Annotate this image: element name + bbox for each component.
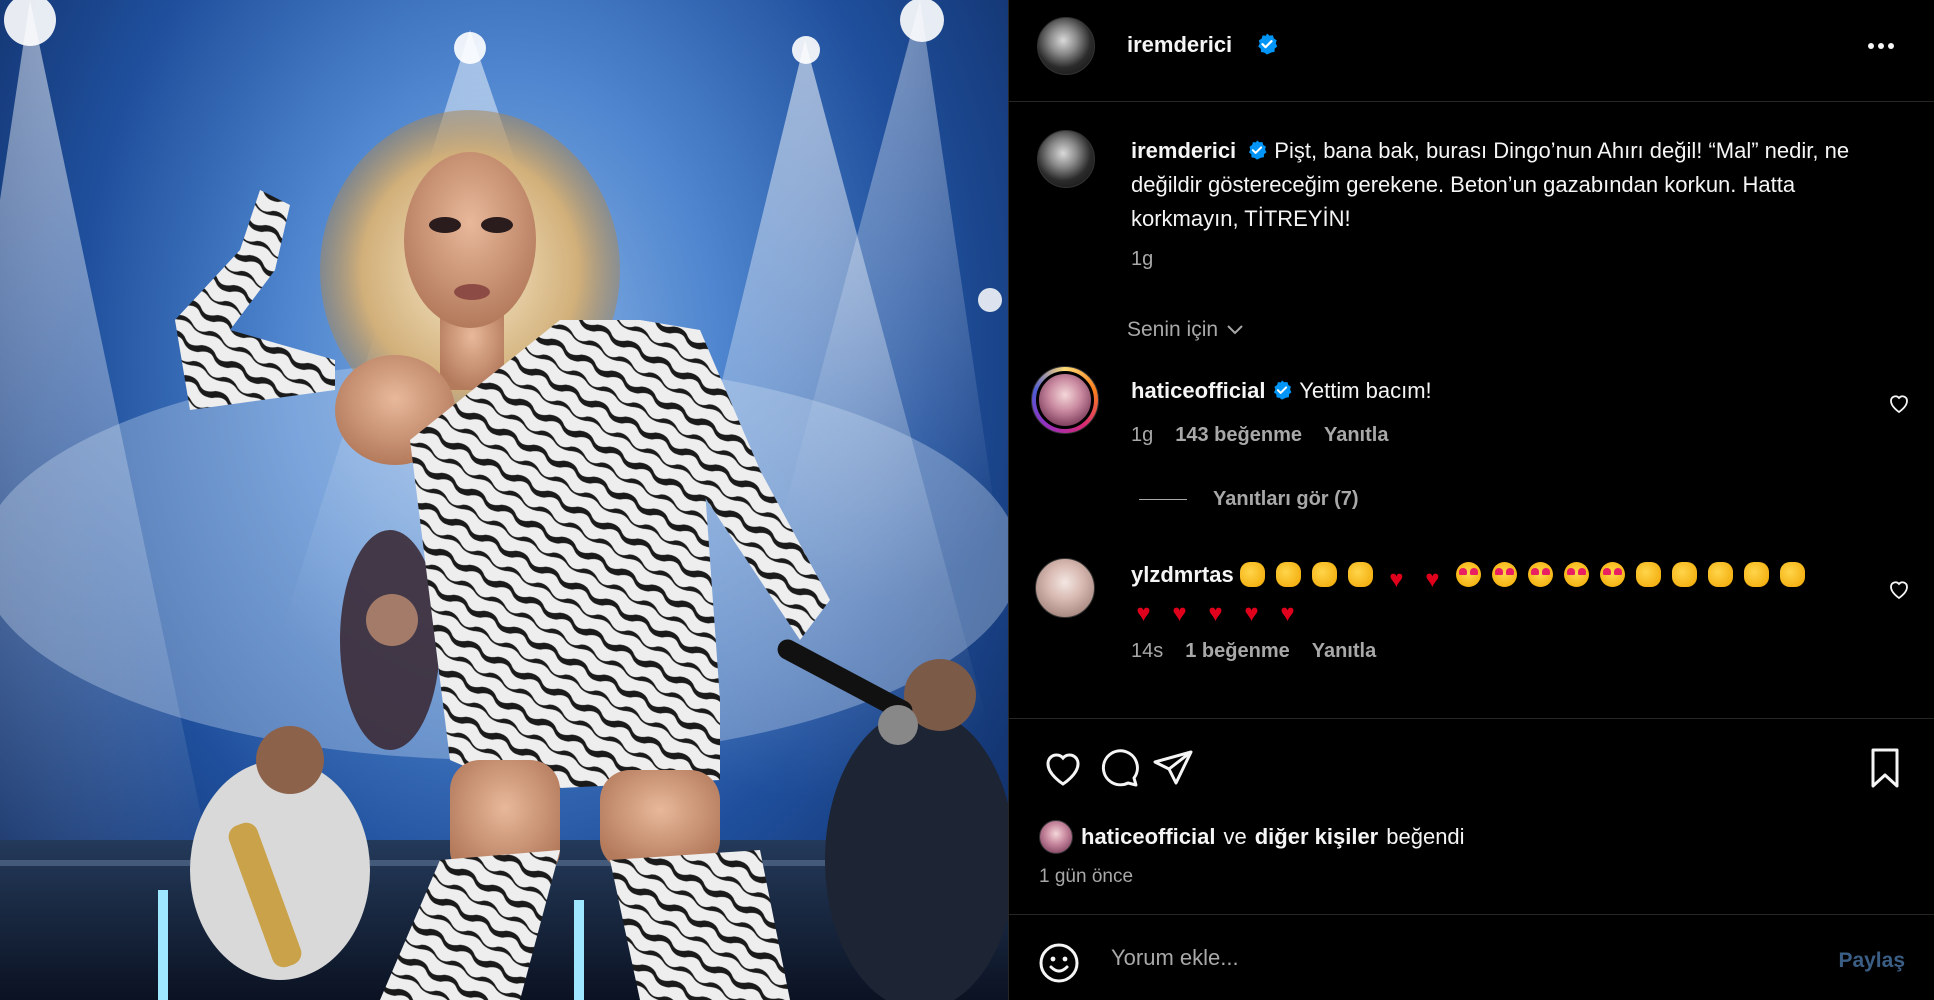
red-heart-emoji: ♥ <box>1136 600 1151 627</box>
liked-by-connector: ve <box>1223 824 1247 849</box>
comment-body: haticeofficial Yettim bacım! <box>1131 374 1851 408</box>
post-header: iremderici <box>1009 0 1934 102</box>
actions-divider <box>1009 718 1934 719</box>
reply-button[interactable]: Yanıtla <box>1324 424 1388 447</box>
red-heart-emoji: ♥ <box>1244 600 1259 627</box>
author-avatar[interactable] <box>1037 17 1095 75</box>
comment-likes-link[interactable]: 143 beğenme <box>1175 424 1302 447</box>
commenter-avatar[interactable] <box>1031 366 1099 434</box>
commenter-username[interactable]: ylzdmrtas <box>1131 562 1234 587</box>
comment-body: ylzdmrtas ♥ ♥ ♥ ♥ ♥ ♥ ♥ <box>1131 558 1851 626</box>
comment-text: Yettim bacım! <box>1299 378 1432 403</box>
comment-likes-link[interactable]: 1 beğenme <box>1185 640 1289 663</box>
star-struck-emoji <box>1455 562 1481 587</box>
clapping-hands-emoji <box>1671 562 1697 587</box>
caption-text-block: iremderici Pişt, bana bak, burası Dingo’… <box>1131 134 1891 236</box>
concert-photo-illustration <box>0 0 1008 1000</box>
bookmark-icon[interactable] <box>1861 744 1909 792</box>
caption-body: Pişt, bana bak, burası Dingo’nun Ahırı d… <box>1131 138 1850 231</box>
comment-icon[interactable] <box>1095 744 1143 792</box>
clapping-hands-emoji <box>1311 562 1337 587</box>
comment-input[interactable] <box>1111 945 1771 971</box>
view-replies-button[interactable]: Yanıtları gör (7) <box>1139 488 1359 511</box>
red-heart-emoji: ♥ <box>1425 566 1440 593</box>
comment-timestamp: 1g <box>1131 424 1154 446</box>
comment-like-heart-icon[interactable] <box>1887 392 1911 414</box>
star-struck-emoji <box>1599 562 1625 587</box>
red-heart-emoji: ♥ <box>1389 566 1404 593</box>
author-username[interactable]: iremderici <box>1127 32 1232 58</box>
red-heart-emoji: ♥ <box>1208 600 1223 627</box>
star-struck-emoji <box>1491 562 1517 587</box>
verified-badge-icon <box>1258 33 1278 55</box>
liked-by-others-link[interactable]: diğer kişiler <box>1255 824 1379 850</box>
post-panel: iremderici iremderici Pişt, bana bak, bu… <box>1008 0 1934 1000</box>
post-date: 1 gün önce <box>1039 866 1134 887</box>
view-replies-label: Yanıtları gör (7) <box>1213 488 1359 510</box>
red-heart-emoji: ♥ <box>1172 600 1187 627</box>
add-comment-bar: Paylaş <box>1009 914 1934 1000</box>
red-heart-emoji: ♥ <box>1280 600 1295 627</box>
commenter-avatar[interactable] <box>1035 558 1095 618</box>
caption-author-username[interactable]: iremderici <box>1131 138 1236 163</box>
verified-badge-icon <box>1274 380 1292 400</box>
clapping-hands-emoji <box>1275 562 1301 587</box>
liker-avatar[interactable] <box>1039 820 1073 854</box>
clapping-hands-emoji <box>1707 562 1733 587</box>
heart-icon[interactable] <box>1039 744 1087 792</box>
clapping-hands-emoji <box>1635 562 1661 587</box>
clapping-hands-emoji <box>1779 562 1805 587</box>
caption-timestamp: 1g <box>1131 248 1154 270</box>
post-comment-button[interactable]: Paylaş <box>1838 949 1905 973</box>
comment-filter-label: Senin için <box>1127 318 1219 341</box>
share-icon[interactable] <box>1149 744 1197 792</box>
star-struck-emoji <box>1563 562 1589 587</box>
liker-username[interactable]: haticeofficial <box>1081 824 1215 850</box>
post-photo[interactable] <box>0 0 1008 1000</box>
comment-meta: 1g 143 beğenme Yanıtla <box>1131 424 1388 447</box>
comment-like-heart-icon[interactable] <box>1887 578 1911 600</box>
comment-emoji-line: ♥ ♥ ♥ ♥ ♥ <box>1131 596 1311 626</box>
comment-filter-dropdown[interactable]: Senin için <box>1127 318 1244 342</box>
liked-by-summary: haticeofficial ve diğer kişiler beğendi <box>1039 820 1465 854</box>
star-struck-emoji <box>1527 562 1553 587</box>
comment-timestamp: 14s <box>1131 640 1164 662</box>
reply-button[interactable]: Yanıtla <box>1312 640 1376 663</box>
verified-badge-icon <box>1249 140 1267 160</box>
clapping-hands-emoji <box>1347 562 1373 587</box>
comment-emoji-line: ♥ ♥ <box>1239 562 1816 592</box>
caption-author-avatar[interactable] <box>1037 130 1095 188</box>
more-horizontal-icon[interactable] <box>1861 34 1901 58</box>
replies-divider-line <box>1139 499 1187 500</box>
liked-by-suffix: beğendi <box>1386 824 1465 849</box>
chevron-down-icon <box>1227 325 1243 335</box>
comment-meta: 14s 1 beğenme Yanıtla <box>1131 640 1376 663</box>
commenter-username[interactable]: haticeofficial <box>1131 378 1265 403</box>
clapping-hands-emoji <box>1239 562 1265 587</box>
clapping-hands-emoji <box>1743 562 1769 587</box>
emoji-picker-icon[interactable] <box>1037 941 1081 985</box>
